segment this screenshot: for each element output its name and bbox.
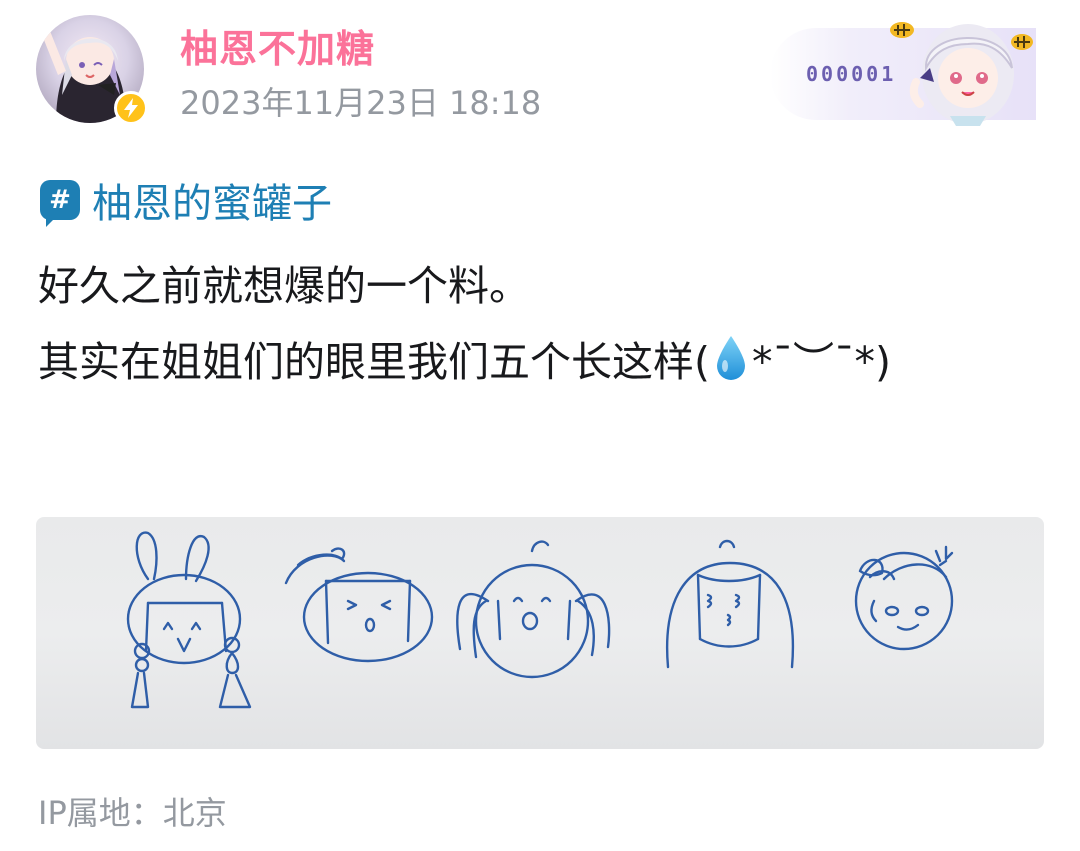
author-name[interactable]: 柚恩不加糖	[180, 18, 375, 73]
fan-card-number: 000001	[806, 62, 897, 86]
post-text-line-with-emoji: 其实在姐姐们的眼里我们五个长这样( *¯︶¯*)	[38, 324, 1048, 406]
doodle-faces-drawing	[126, 531, 954, 709]
fan-card-character-image	[890, 8, 1040, 126]
hashtag-icon: #	[40, 180, 80, 227]
verified-badge	[114, 91, 148, 125]
topic-tag[interactable]: # 柚恩的蜜罐子	[40, 172, 332, 228]
lightning-icon	[124, 98, 138, 118]
post-image[interactable]	[36, 517, 1044, 749]
post-body-text: 好久之前就想爆的一个料。 其实在姐姐们的眼里我们五个长这样( *¯︶¯*)	[38, 248, 1048, 406]
post-header: 柚恩不加糖 2023年11月23日 18:18 000001	[0, 0, 1080, 130]
author-avatar-container[interactable]	[36, 15, 148, 125]
topic-label: 柚恩的蜜罐子	[92, 181, 332, 227]
post-timestamp: 2023年11月23日 18:18	[180, 84, 542, 122]
water-drop-icon	[714, 330, 748, 406]
post-text-segment: 其实在姐姐们的眼里我们五个长这样(	[38, 338, 710, 386]
post-text-segment: *¯︶¯*)	[752, 338, 891, 386]
post-text-line: 好久之前就想爆的一个料。	[38, 262, 530, 310]
ip-location: IP属地：北京	[38, 794, 227, 832]
